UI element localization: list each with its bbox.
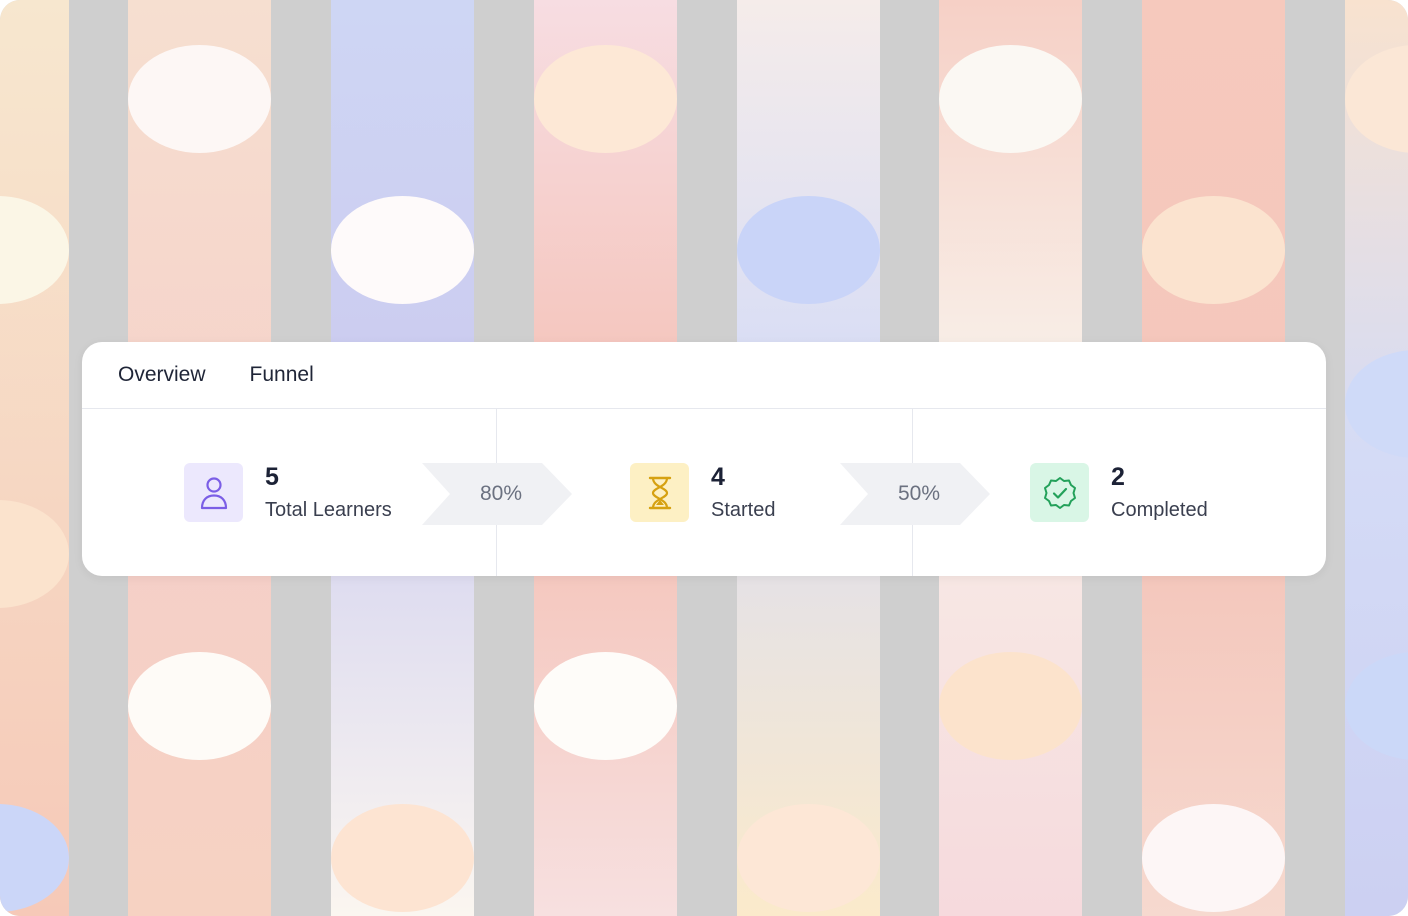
funnel-step-started: 4 Started xyxy=(630,463,775,522)
conversion-rate-label: 50% xyxy=(897,482,941,505)
conversion-rate-label: 80% xyxy=(479,482,523,505)
background-cylinder-top xyxy=(128,652,271,760)
stat-value: 2 xyxy=(1111,463,1125,491)
background-cylinder-top xyxy=(534,45,677,153)
funnel-step-completed: 2 Completed xyxy=(1030,463,1208,522)
background-cylinder-top xyxy=(939,652,1082,760)
funnel-steps: 5 Total Learners 80% 4 Started 50% 2 Com… xyxy=(82,409,1326,576)
tab-funnel[interactable]: Funnel xyxy=(250,363,314,387)
background-cylinder-top xyxy=(128,45,271,153)
tab-overview[interactable]: Overview xyxy=(118,363,206,387)
stat-value: 5 xyxy=(265,463,279,491)
background-cylinder-top xyxy=(534,652,677,760)
tab-bar: Overview Funnel xyxy=(82,342,1326,409)
conversion-rate-arrow: 50% xyxy=(840,463,990,525)
user-icon xyxy=(184,463,243,522)
background-cylinder-top xyxy=(939,45,1082,153)
stat-value: 4 xyxy=(711,463,725,491)
background-cylinder-top xyxy=(331,196,474,304)
funnel-card: Overview Funnel 5 Total Learners 80% 4 S… xyxy=(82,342,1326,576)
conversion-rate-arrow: 80% xyxy=(422,463,572,525)
stat-label: Total Learners xyxy=(265,499,392,521)
background-cylinder-top xyxy=(1142,804,1285,912)
hourglass-icon xyxy=(630,463,689,522)
background-cylinder-top xyxy=(331,804,474,912)
stat-label: Started xyxy=(711,499,776,521)
background-cylinder-top xyxy=(737,196,880,304)
background-stripe xyxy=(0,0,69,916)
verified-badge-icon xyxy=(1030,463,1089,522)
funnel-step-total-learners: 5 Total Learners xyxy=(184,463,392,522)
stat-label: Completed xyxy=(1111,499,1208,521)
background-cylinder-top xyxy=(737,804,880,912)
background-cylinder-top xyxy=(1142,196,1285,304)
